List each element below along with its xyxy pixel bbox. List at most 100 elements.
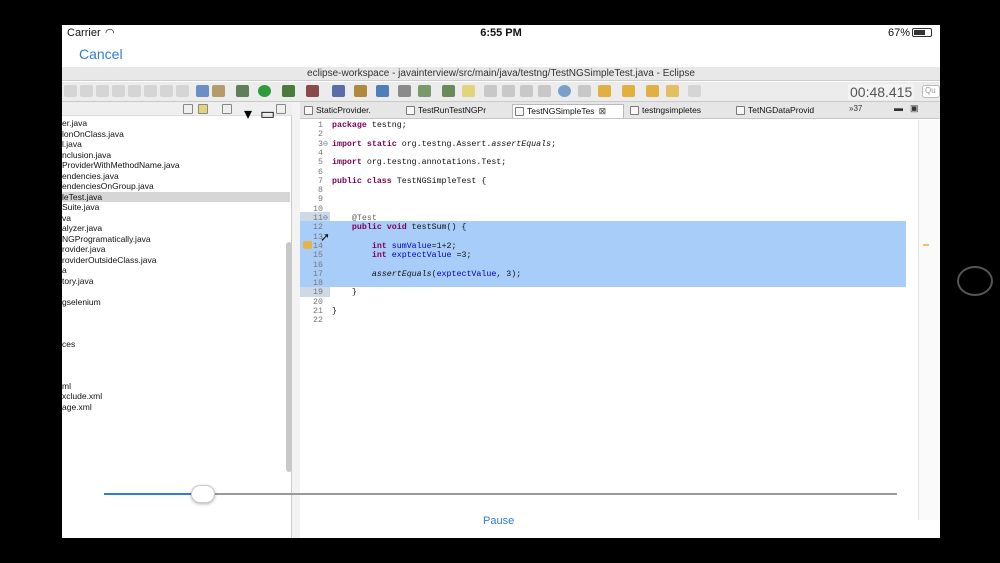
forward-icon[interactable] (688, 85, 701, 97)
link-editor-icon[interactable] (198, 104, 208, 114)
view-menu-icon[interactable]: ▾ (244, 104, 254, 123)
search-icon[interactable] (442, 85, 455, 97)
focus-icon[interactable] (222, 104, 232, 114)
code-line[interactable]: 11 ⊖ @Test (300, 214, 906, 223)
tree-item[interactable]: alyzer.java (62, 223, 290, 234)
tab-testngsimpletest-xml[interactable]: testngsimpletes (628, 104, 726, 118)
tree-item[interactable]: xclude.xml (62, 391, 290, 402)
maximize-editor-icon[interactable]: ▣ (910, 103, 919, 114)
video-progress-knob[interactable] (191, 485, 215, 503)
new-class-icon[interactable] (376, 85, 389, 97)
tree-item[interactable]: gselenium (62, 297, 290, 308)
code-line[interactable]: 22 (300, 316, 906, 325)
disconnect-icon[interactable] (144, 85, 157, 97)
drop-frame-icon[interactable] (176, 85, 189, 97)
tree-item[interactable] (62, 328, 290, 339)
code-line[interactable]: 19 } (300, 288, 906, 297)
minimize-icon[interactable]: ▭ (260, 104, 275, 123)
code-line[interactable]: 14 int sumValue=1+2; (300, 242, 906, 251)
run-icon[interactable] (258, 85, 271, 97)
video-progress-track[interactable] (104, 493, 897, 495)
last-edit-icon[interactable] (646, 85, 659, 97)
tree-item[interactable]: nclusion.java (62, 150, 290, 161)
tree-item[interactable]: Suite.java (62, 202, 290, 213)
code-line[interactable]: 10 (300, 205, 906, 214)
tab-tetngdataprovider[interactable]: TetNGDataProvid (734, 104, 838, 118)
tree-item[interactable] (62, 286, 290, 297)
next-annotation-icon[interactable] (598, 85, 611, 97)
home-button[interactable] (957, 266, 993, 296)
tree-item[interactable]: endencies.java (62, 171, 290, 182)
tree-item[interactable] (62, 307, 290, 318)
mark-icon[interactable] (212, 85, 225, 97)
save-icon[interactable] (64, 85, 77, 97)
code-line[interactable]: 18 (300, 279, 906, 288)
cancel-button[interactable]: Cancel (79, 46, 123, 62)
panel-divider[interactable] (292, 102, 300, 538)
pause-button[interactable]: Pause (483, 515, 514, 527)
tree-item[interactable]: NGProgramatically.java (62, 234, 290, 245)
code-area[interactable]: 1 package testng; 2 3 ⊖ import static org.tes… (300, 120, 940, 538)
tree-item[interactable]: endenciesOnGroup.java (62, 181, 290, 192)
tab-testngsimpletest[interactable]: TestNGSimpleTes ⊠ (512, 104, 624, 118)
tree-item[interactable]: va (62, 213, 290, 224)
tree-item[interactable]: roviderOutsideClass.java (62, 255, 290, 266)
tree-item[interactable]: er.java (62, 118, 290, 129)
tree-item[interactable]: ml (62, 381, 290, 392)
code-line[interactable]: 16 (300, 261, 906, 270)
resume-icon[interactable] (128, 85, 141, 97)
open-type-icon[interactable] (398, 85, 411, 97)
tab-staticprovider[interactable]: StaticProvider. (302, 104, 397, 118)
block-select-icon[interactable] (502, 85, 515, 97)
code-line[interactable]: 15 int exptectValue =3; (300, 251, 906, 260)
fold-icon[interactable]: ⊖ (323, 140, 328, 149)
code-line[interactable]: 12 public void testSum() { (300, 223, 906, 232)
tree-item[interactable] (62, 370, 290, 381)
step-icon[interactable] (160, 85, 173, 97)
fold-icon[interactable]: ⊖ (323, 214, 328, 223)
code-line[interactable]: 6 (300, 168, 906, 177)
new-icon[interactable] (196, 85, 209, 97)
more-tabs-indicator[interactable]: »37 (849, 104, 862, 113)
pin-icon[interactable] (578, 85, 591, 97)
code-line[interactable]: 2 (300, 130, 906, 139)
tree-item[interactable] (62, 318, 290, 329)
skip-breakpoints-icon[interactable] (112, 85, 125, 97)
tree-item[interactable]: rovider.java (62, 244, 290, 255)
tree-item[interactable] (62, 349, 290, 360)
code-line[interactable]: 17 assertEquals(exptectValue, 3); (300, 270, 906, 279)
warning-icon[interactable] (303, 241, 312, 249)
back-icon[interactable] (666, 85, 679, 97)
quick-access-input[interactable]: Qu (922, 85, 940, 98)
minimize-editor-icon[interactable]: ▬ (894, 103, 903, 113)
whitespace-icon[interactable] (520, 85, 533, 97)
tree-item[interactable]: lonOnClass.java (62, 129, 290, 140)
print-icon[interactable] (96, 85, 109, 97)
save-all-icon[interactable] (80, 85, 93, 97)
tab-testruntestng[interactable]: TestRunTestNGPr (404, 104, 504, 118)
tree-item[interactable]: age.xml (62, 402, 290, 413)
code-line[interactable]: 21} (300, 307, 906, 316)
tree-item[interactable]: ProviderWithMethodName.java (62, 160, 290, 171)
code-line[interactable]: 4 (300, 149, 906, 158)
code-line[interactable]: 8 (300, 186, 906, 195)
code-line[interactable]: 7 public class TestNGSimpleTest { (300, 177, 906, 186)
toggle-mark-icon[interactable] (462, 85, 475, 97)
overview-ruler[interactable] (918, 120, 940, 520)
debug-icon[interactable] (236, 85, 249, 97)
collapse-all-icon[interactable] (183, 104, 193, 114)
code-line[interactable]: 20 (300, 298, 906, 307)
code-line[interactable]: 13 (300, 233, 906, 242)
annotation-icon[interactable] (484, 85, 497, 97)
ruler-marker[interactable] (923, 244, 929, 246)
external-tools-icon[interactable] (306, 85, 319, 97)
coverage-icon[interactable] (282, 85, 295, 97)
tree-item[interactable]: leTest.java (62, 191, 290, 202)
maximize-icon[interactable] (276, 104, 286, 114)
tree-item[interactable]: tory.java (62, 276, 290, 287)
code-line[interactable]: 1 package testng; (300, 121, 906, 130)
code-line[interactable]: 9 (300, 195, 906, 204)
show-source-icon[interactable] (538, 85, 551, 97)
open-task-icon[interactable] (418, 85, 431, 97)
tree-item[interactable]: a (62, 265, 290, 276)
